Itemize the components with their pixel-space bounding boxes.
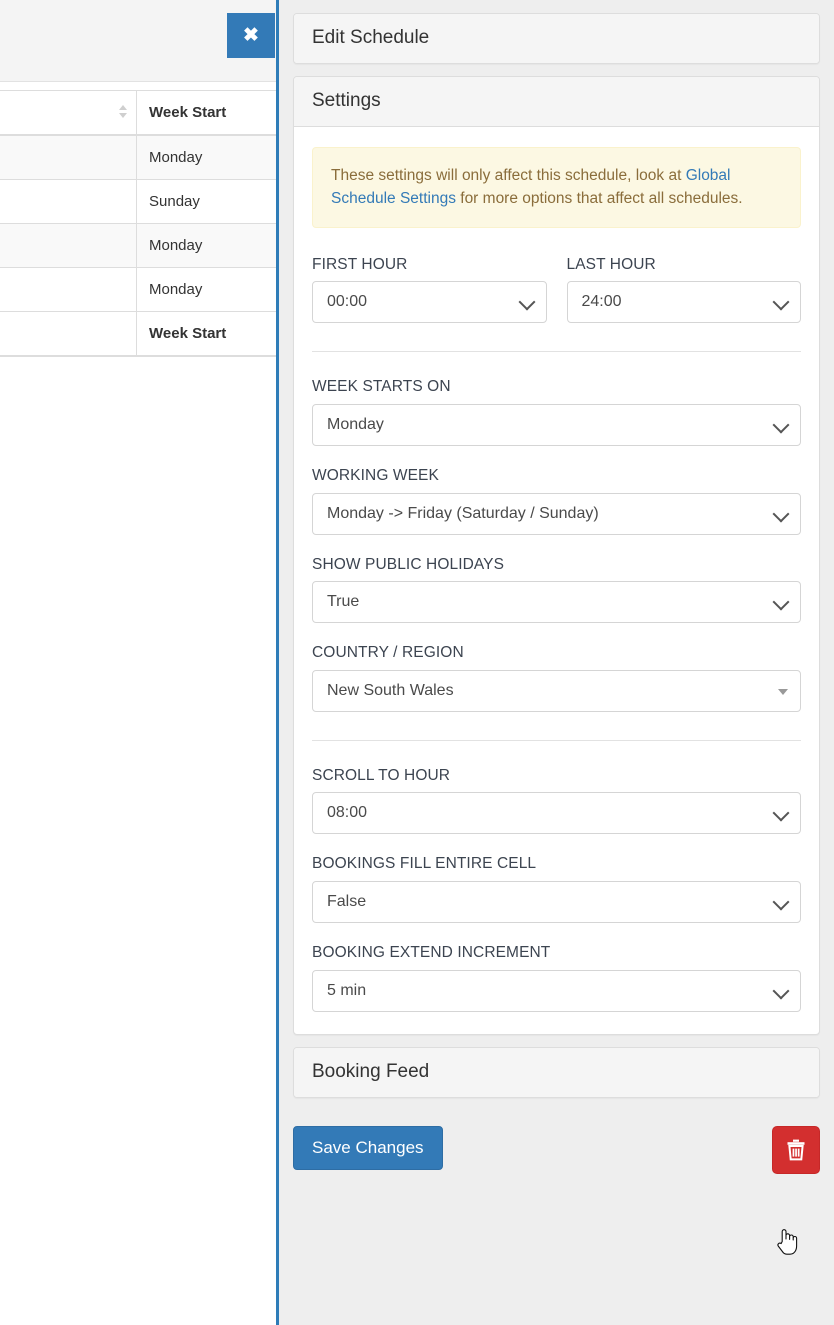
last-hour-value: 24:00 [581,293,622,311]
booking-feed-heading[interactable]: Booking Feed [294,1047,819,1097]
cell-week-start: Monday [136,223,276,268]
close-icon[interactable]: ✖ [227,13,275,58]
booking-extend-increment-select[interactable]: 5 min [312,969,801,1012]
settings-panel: Settings These settings will only affect… [293,75,820,1035]
chevron-down-icon [772,505,790,523]
bookings-fill-entire-cell-label: BOOKINGS FILL ENTIRE CELL [312,855,537,873]
booking-extend-increment-value: 5 min [327,981,367,999]
table-foot: Week Start [0,311,276,357]
table-head: Week Start [0,90,276,136]
scroll-to-hour-group: SCROLL TO HOUR 08:00 [312,767,801,835]
table-row[interactable]: Monday [0,267,276,312]
last-hour-group: LAST HOUR 24:00 [566,255,801,324]
chevron-down-icon [772,293,790,311]
chevron-down-icon [772,593,790,611]
table-row[interactable]: Sunday [0,179,276,224]
chevron-down-icon [772,416,790,434]
table-row[interactable]: Monday [0,223,276,268]
cell-name [0,223,137,268]
footer-week-start: Week Start [136,311,276,357]
country-region-select[interactable]: New South Wales [312,669,801,712]
first-hour-value: 00:00 [327,293,368,311]
show-public-holidays-label: SHOW PUBLIC HOLIDAYS [312,555,505,573]
table-header-row: Week Start [0,90,276,136]
first-hour-label: FIRST HOUR [312,255,408,273]
working-week-select[interactable]: Monday -> Friday (Saturday / Sunday) [312,492,801,535]
cell-week-start: Sunday [136,179,276,224]
modal-title-panel: Edit Schedule [293,13,820,64]
booking-feed-panel[interactable]: Booking Feed [293,1046,820,1098]
last-hour-select[interactable]: 24:00 [566,281,801,324]
cell-name [0,134,137,180]
settings-info-alert: These settings will only affect this sch… [312,146,801,228]
working-week-label: WORKING WEEK [312,467,439,485]
chevron-down-icon [772,804,790,822]
week-starts-on-value: Monday [327,416,384,434]
country-region-label: COUNTRY / REGION [312,644,464,662]
hours-row: FIRST HOUR 00:00 LAST HOUR 24:00 [312,256,801,324]
booking-extend-increment-group: BOOKING EXTEND INCREMENT 5 min [312,944,801,1012]
scroll-to-hour-select[interactable]: 08:00 [312,792,801,835]
save-button[interactable]: Save Changes [293,1125,443,1171]
modal-body: Edit Schedule Settings These settings wi… [279,0,834,1098]
bookings-fill-entire-cell-group: BOOKINGS FILL ENTIRE CELL False [312,855,801,924]
sort-arrows-icon[interactable] [119,104,128,121]
last-hour-label: LAST HOUR [566,255,656,273]
country-region-value: New South Wales [327,681,454,699]
modal-footer: Save Changes [279,1110,834,1200]
show-public-holidays-group: SHOW PUBLIC HOLIDAYS True [312,556,801,624]
trash-icon [787,1139,805,1160]
chevron-down-icon [772,893,790,911]
alert-text-after: for more options that affect all schedul… [455,190,743,208]
divider [312,351,801,353]
first-hour-group: FIRST HOUR 00:00 [312,256,547,324]
edit-schedule-modal: Edit Schedule Settings These settings wi… [276,0,834,1325]
settings-panel-heading[interactable]: Settings [294,76,819,127]
background-page: Week Start Monday Sunday Monday Monday W… [0,0,276,1325]
week-starts-on-label: WEEK STARTS ON [312,378,451,396]
column-header-week-start[interactable]: Week Start [136,90,276,136]
footer-name [0,311,137,357]
week-starts-on-select[interactable]: Monday [312,404,801,447]
settings-panel-body: These settings will only affect this sch… [294,127,819,1034]
chevron-down-icon [518,293,535,311]
show-public-holidays-value: True [327,593,360,611]
cell-name [0,179,137,224]
triangle-down-icon [778,688,788,695]
cell-name [0,267,137,312]
column-header-name[interactable] [0,90,137,136]
bookings-fill-entire-cell-value: False [327,893,367,911]
page-title: Edit Schedule [294,14,819,63]
delete-button[interactable] [772,1125,820,1174]
working-week-group: WORKING WEEK Monday -> Friday (Saturday … [312,467,801,535]
show-public-holidays-select[interactable]: True [312,581,801,624]
table-footer-row: Week Start [0,311,276,357]
divider [312,739,801,741]
alert-text-before: These settings will only affect this sch… [331,166,686,184]
schedules-table: Week Start Monday Sunday Monday Monday W… [0,90,276,357]
table-body: Monday Sunday Monday Monday [0,134,276,312]
scroll-to-hour-value: 08:00 [327,804,368,822]
working-week-value: Monday -> Friday (Saturday / Sunday) [327,504,599,522]
table-row[interactable]: Monday [0,134,276,180]
week-starts-on-group: WEEK STARTS ON Monday [312,378,801,447]
booking-extend-increment-label: BOOKING EXTEND INCREMENT [312,944,551,962]
cell-week-start: Monday [136,134,276,180]
cell-week-start: Monday [136,267,276,312]
scroll-to-hour-label: SCROLL TO HOUR [312,766,451,784]
bookings-fill-entire-cell-select[interactable]: False [312,881,801,924]
country-region-group: COUNTRY / REGION New South Wales [312,644,801,712]
chevron-down-icon [772,982,790,1000]
first-hour-select[interactable]: 00:00 [312,281,547,324]
schedules-datatable: Week Start Monday Sunday Monday Monday W… [0,90,276,357]
